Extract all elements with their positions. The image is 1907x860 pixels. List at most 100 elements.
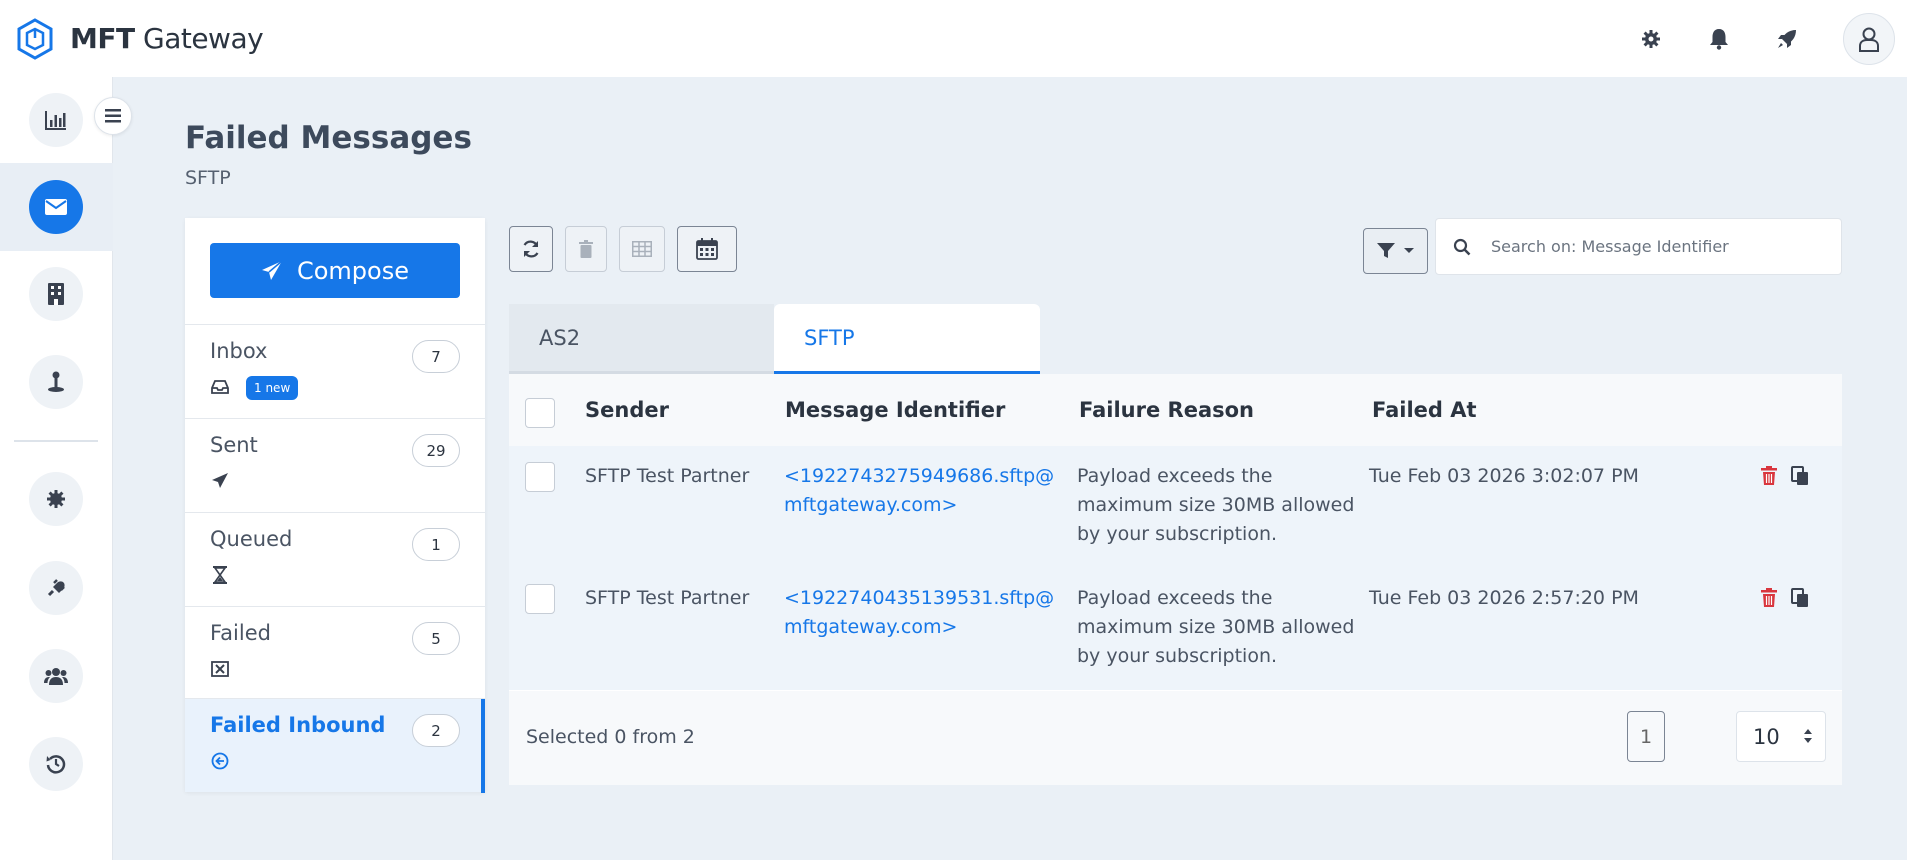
bar-chart-icon (45, 111, 66, 130)
gear-icon[interactable] (1639, 27, 1663, 51)
folder-count: 1 (412, 528, 460, 561)
rail-stations[interactable] (29, 355, 83, 409)
folder-count: 7 (412, 340, 460, 373)
table-header: Sender Message Identifier Failure Reason… (509, 374, 1842, 446)
folder-name: Inbox (210, 339, 268, 363)
folder-sent[interactable]: Sent 29 (185, 418, 485, 512)
history-icon (46, 755, 66, 774)
app-logo[interactable]: MFT Gateway (16, 17, 264, 60)
calendar-icon (696, 238, 718, 260)
row-checkbox[interactable] (525, 462, 555, 492)
rail-organization[interactable] (29, 267, 83, 321)
folder-count: 29 (412, 434, 460, 467)
table-icon (632, 241, 652, 257)
date-range-button[interactable] (677, 226, 737, 272)
delete-icon[interactable] (1761, 466, 1777, 486)
hamburger-icon (105, 109, 121, 123)
delete-icon[interactable] (1761, 588, 1777, 608)
table-row[interactable]: SFTP Test Partner <1922740435139531.sftp… (509, 568, 1842, 690)
compose-button[interactable]: Compose (210, 243, 460, 298)
hexagon-logo-icon (17, 17, 53, 60)
sender-cell: SFTP Test Partner (585, 465, 750, 487)
row-checkbox[interactable] (525, 584, 555, 614)
x-square-icon (210, 659, 230, 679)
per-page-select[interactable]: 10 (1736, 711, 1826, 762)
inbox-icon (210, 377, 230, 397)
page-title: Failed Messages (185, 120, 472, 156)
tab-sftp[interactable]: SFTP (774, 304, 1040, 374)
folder-failed-inbound[interactable]: Failed Inbound 2 (185, 698, 485, 793)
failure-reason-cell: Payload exceeds the maximum size 30MB all… (1077, 587, 1355, 667)
export-table-button[interactable] (619, 226, 665, 272)
trash-icon (579, 240, 593, 258)
rail-integrations[interactable] (29, 561, 83, 615)
refresh-button[interactable] (509, 226, 553, 272)
top-bar: MFT Gateway (0, 0, 1907, 77)
user-avatar[interactable] (1843, 12, 1895, 65)
header-failure-reason[interactable]: Failure Reason (1079, 398, 1254, 422)
tab-as2[interactable]: AS2 (509, 304, 774, 374)
header-message-identifier[interactable]: Message Identifier (785, 398, 1005, 422)
sidebar-toggle-button[interactable] (94, 97, 132, 135)
message-id-link[interactable]: <1922743275949686.sftp@ mftgateway.com> (784, 462, 1054, 520)
failure-reason-cell: Payload exceeds the maximum size 30MB all… (1077, 465, 1355, 545)
folder-inbox[interactable]: Inbox 1 new 7 (185, 324, 485, 418)
rail-history[interactable] (29, 737, 83, 791)
table-footer: Selected 0 from 2 1 10 (509, 691, 1842, 785)
search-icon (1453, 238, 1471, 255)
users-icon (44, 668, 68, 685)
rail-messages[interactable] (29, 180, 83, 234)
bell-icon[interactable] (1707, 27, 1731, 51)
map-pin-person-icon (48, 371, 64, 392)
header-failed-at[interactable]: Failed At (1372, 398, 1477, 422)
envelope-icon (45, 199, 67, 215)
per-page-value: 10 (1753, 724, 1780, 749)
header-sender[interactable]: Sender (585, 398, 669, 422)
select-all-checkbox[interactable] (525, 398, 555, 428)
caret-down-icon (1403, 248, 1414, 253)
plug-icon (47, 579, 65, 597)
paper-plane-icon (210, 471, 230, 491)
search-box (1435, 218, 1842, 275)
messages-table: Sender Message Identifier Failure Reason… (509, 374, 1842, 785)
filter-icon (1376, 243, 1395, 258)
table-row[interactable]: SFTP Test Partner <1922743275949686.sftp… (509, 446, 1842, 568)
failed-at-cell: Tue Feb 03 2026 3:02:07 PM (1369, 465, 1639, 487)
page-subtitle: SFTP (185, 167, 231, 189)
circle-arrow-left-icon (210, 751, 230, 771)
building-icon (48, 283, 64, 305)
folder-count: 5 (412, 622, 460, 655)
folder-failed[interactable]: Failed 5 (185, 606, 485, 700)
rail-divider (14, 440, 98, 442)
folder-name: Queued (210, 527, 293, 551)
cog-icon (47, 490, 65, 508)
failed-at-cell: Tue Feb 03 2026 2:57:20 PM (1369, 587, 1639, 609)
folder-queued[interactable]: Queued 1 (185, 512, 485, 606)
folder-name: Failed (210, 621, 271, 645)
rail-settings[interactable] (29, 472, 83, 526)
rail-dashboard[interactable] (29, 93, 83, 147)
folder-name: Sent (210, 433, 258, 457)
folder-panel: Compose Inbox 1 new 7 Sent 29 Queued 1 F… (185, 218, 485, 793)
copy-icon[interactable] (1791, 588, 1809, 608)
search-input[interactable] (1491, 237, 1821, 256)
left-rail (0, 77, 113, 860)
rail-users[interactable] (29, 649, 83, 703)
filter-dropdown-button[interactable] (1363, 228, 1428, 274)
compose-label: Compose (296, 256, 409, 285)
sender-cell: SFTP Test Partner (585, 587, 750, 609)
page-button[interactable]: 1 (1627, 711, 1665, 762)
folder-count: 2 (412, 714, 460, 747)
hourglass-icon (210, 565, 230, 585)
copy-icon[interactable] (1791, 466, 1809, 486)
sort-arrows-icon (1804, 729, 1812, 743)
user-icon (1859, 27, 1879, 52)
folder-name: Failed Inbound (210, 713, 386, 737)
message-id-link[interactable]: <1922740435139531.sftp@ mftgateway.com> (784, 584, 1054, 642)
refresh-icon (523, 240, 539, 258)
delete-selected-button[interactable] (565, 226, 607, 272)
new-badge: 1 new (246, 376, 299, 400)
selection-count: Selected 0 from 2 (526, 726, 695, 748)
rocket-icon[interactable] (1775, 27, 1799, 51)
paper-plane-icon (261, 259, 283, 280)
